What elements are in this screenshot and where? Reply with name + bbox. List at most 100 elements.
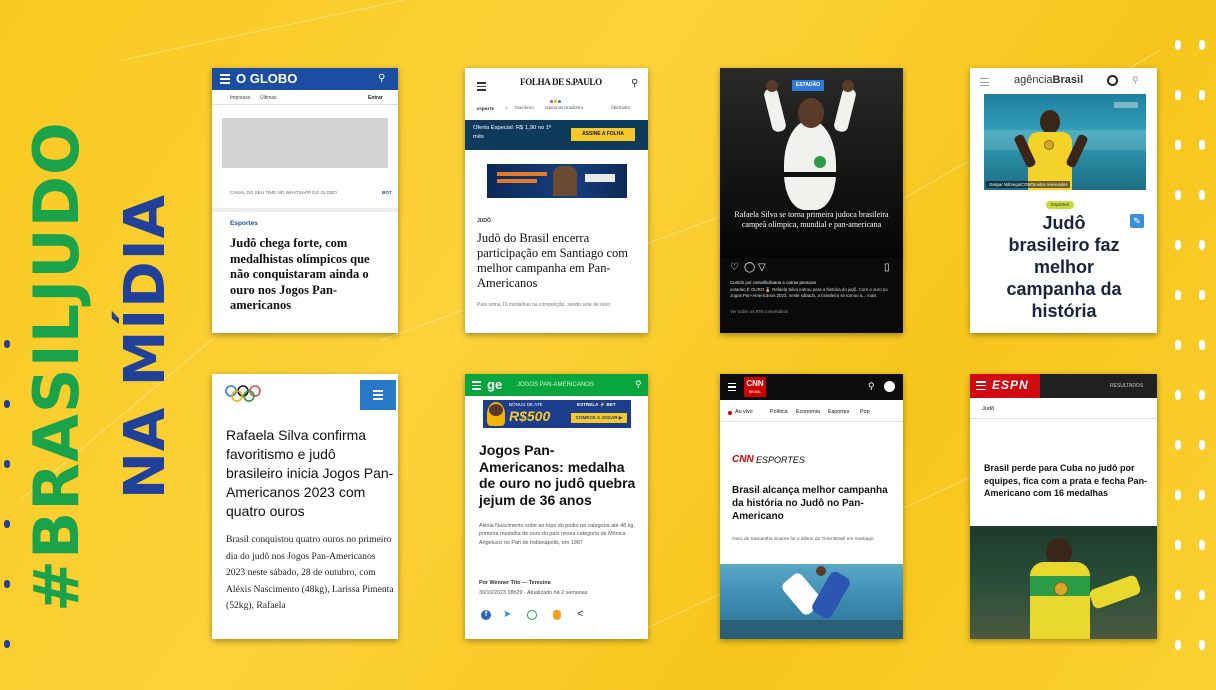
pocket-icon[interactable] [553,610,561,620]
espn-section[interactable]: Judô [982,406,994,412]
folha-crumb-tabela[interactable]: tabela do brasileiro [545,106,583,111]
cnn-nav-politica[interactable]: Política [770,409,788,415]
whatsapp-icon[interactable] [527,610,537,620]
espn-photo [970,526,1157,639]
estadao-photo [720,68,903,258]
cnn-nav-esportes[interactable]: Esportes [828,409,849,415]
cnn-nav-economia[interactable]: Economia [796,409,820,415]
estadao-likes[interactable]: Curtido por carvalhoiluana e outras pess… [730,280,895,285]
folha-crumb-libertador[interactable]: libertador [611,106,630,111]
twitter-icon[interactable]: ➤ [503,609,511,620]
estadao-comments[interactable]: Ver todos os 879 comentários [730,309,895,314]
cnn-logo-box[interactable]: CNN BRASIL [744,377,766,397]
agencia-logo-name: Brasil [1052,74,1084,86]
cnn-logo: CNN [746,379,764,388]
folha-crumb-esporte[interactable]: esporte [477,106,494,112]
search-icon[interactable]: ⚲ [631,78,638,89]
search-icon[interactable]: ⚲ [868,381,875,392]
hashtag-title: #BRASILJUDO [20,121,93,612]
search-icon[interactable]: ⚲ [635,379,642,390]
folha-offer-text: Oferta Especial: R$ 1,90 no 1º mês [473,125,552,140]
menu-icon[interactable] [360,380,396,410]
ge-section[interactable]: JOGOS PAN-AMERICANOS [517,382,594,388]
ge-ad-top: BÔNUS DE ATÉ [509,402,543,407]
ge-logo[interactable]: ge [487,377,502,392]
menu-icon[interactable] [728,383,736,391]
oglobo-ad-placeholder [222,118,388,168]
ge-lead: Aléxia Nascimento sobe ao topo do pódio … [479,523,635,546]
cob-body: Brasil conquistou quatro ouros no primei… [226,534,394,611]
card-ge[interactable]: ge JOGOS PAN-AMERICANOS ⚲ BÔNUS DE ATÉ R… [465,374,648,639]
share-icon[interactable]: < [577,608,583,620]
folha-ad-banner[interactable] [487,164,627,198]
cnn-nav-pop[interactable]: Pop [860,409,870,415]
agencia-logo-mark [1107,75,1118,86]
cnn-headline[interactable]: Brasil alcança melhor campanha da histór… [732,484,896,523]
oglobo-whatsapp-banner[interactable]: CANAL DO SEU TIME NO WHATSAPP DO GLOBO [230,190,337,195]
cob-headline[interactable]: Rafaela Silva confirma favoritismo e jud… [226,426,394,521]
comment-icon[interactable]: ◯ [744,262,755,273]
estadao-badge[interactable]: ESTADÃO [792,80,825,91]
cnn-live[interactable]: Ao vivo [735,409,753,415]
agencia-logo[interactable]: agênciaBrasil [1014,74,1083,86]
olympic-rings-icon[interactable] [224,384,264,404]
card-cnn[interactable]: CNN BRASIL ⚲ Ao vivo Política Economia E… [720,374,903,639]
oglobo-nav-impresso[interactable]: Impresso [230,95,251,101]
share-icon[interactable]: ▽ [758,262,766,273]
folha-headline[interactable]: Judô do Brasil encerra participação em S… [477,231,639,291]
menu-icon[interactable] [477,82,486,91]
card-folha[interactable]: FOLHA DE S.PAULO ⚲ esporte > brasileiro … [465,68,648,333]
search-icon[interactable]: ⚲ [1132,75,1139,86]
card-agencia-brasil[interactable]: agênciaBrasil ⚲ Gaspar Nóbrega/COB/Direi… [970,68,1157,333]
oglobo-logo[interactable]: O GLOBO [236,71,297,86]
bookmark-icon[interactable]: ▯ [884,262,890,273]
ge-date: 30/10/2023 08h29 · Atualizado há 2 seman… [479,590,588,596]
menu-icon[interactable] [472,381,481,390]
user-icon[interactable] [884,381,895,392]
search-icon[interactable]: ⚲ [378,73,385,84]
cnn-photo [720,564,903,639]
card-cob[interactable]: Rafaela Silva confirma favoritismo e jud… [212,374,398,639]
folha-logo-dots [550,90,564,103]
espn-headline[interactable]: Brasil perde para Cuba no judô por equip… [984,462,1148,500]
cnn-logo-sub: BRASIL [748,390,762,394]
estadao-post-text: estadao É OURO 🥇 Rafaela Silva entrou pa… [730,287,888,298]
cnn-divider [720,421,903,422]
folha-crumb-brasileiro[interactable]: brasileiro [515,106,534,111]
translate-icon[interactable]: ✎ [1130,214,1144,228]
agencia-tag[interactable]: Esportes [1046,201,1075,209]
ge-headline[interactable]: Jogos Pan-Americanos: medalha de ouro no… [479,442,639,508]
cnn-lead: Ouro de Samantha Soares foi o último do … [732,537,874,542]
folha-offer-button[interactable]: ASSINE A FOLHA [571,128,635,141]
cnn-section[interactable]: ESPORTES [756,455,805,465]
oglobo-nav-ultimas[interactable]: Últimas [260,95,277,101]
folha-lead[interactable]: País soma 16 medalhas na competição, sen… [477,302,637,309]
card-espn[interactable]: ESPN RESULTADOS Judô Brasil perde para C… [970,374,1157,639]
oglobo-banner-more[interactable]: BOT [382,190,392,195]
facebook-icon[interactable]: f [481,610,491,620]
espn-results[interactable]: RESULTADOS [1110,383,1143,389]
folha-crumb-sep: > [505,106,509,112]
heart-icon[interactable]: ♡ [730,262,739,273]
agencia-logo-prefix: agência [1014,74,1053,86]
cnn-section-logo: CNN [732,454,754,465]
agencia-headline[interactable]: Judô brasileiro faz melhor campanha da h… [1004,212,1124,322]
oglobo-section[interactable]: Esportes [230,220,258,227]
estadao-caption: Rafaela Silva se torna primeira judoca b… [734,210,889,229]
ge-byline[interactable]: Por Wenner Tito — Teresina [479,580,639,586]
agencia-photo [984,94,1146,190]
card-oglobo[interactable]: O GLOBO ⚲ Impresso Últimas Entrar CANAL … [212,68,398,333]
decorative-dots-right [1175,30,1215,690]
ge-ad-button[interactable]: COMECE A JOGAR ▶ [571,413,627,423]
oglobo-headline[interactable]: Judô chega forte, com medalhistas olímpi… [230,236,380,314]
menu-icon[interactable] [980,78,989,86]
folha-section[interactable]: JUDÔ [477,218,491,224]
oglobo-divider [212,104,398,105]
espn-divider [970,418,1157,419]
menu-icon[interactable] [976,381,986,391]
oglobo-login[interactable]: Entrar [368,95,383,101]
menu-icon[interactable] [220,74,230,84]
card-estadao[interactable]: ESTADÃO Rafaela Silva se torna primeira … [720,68,903,333]
folha-logo[interactable]: FOLHA DE S.PAULO [520,77,602,87]
espn-logo[interactable]: ESPN [992,378,1029,392]
